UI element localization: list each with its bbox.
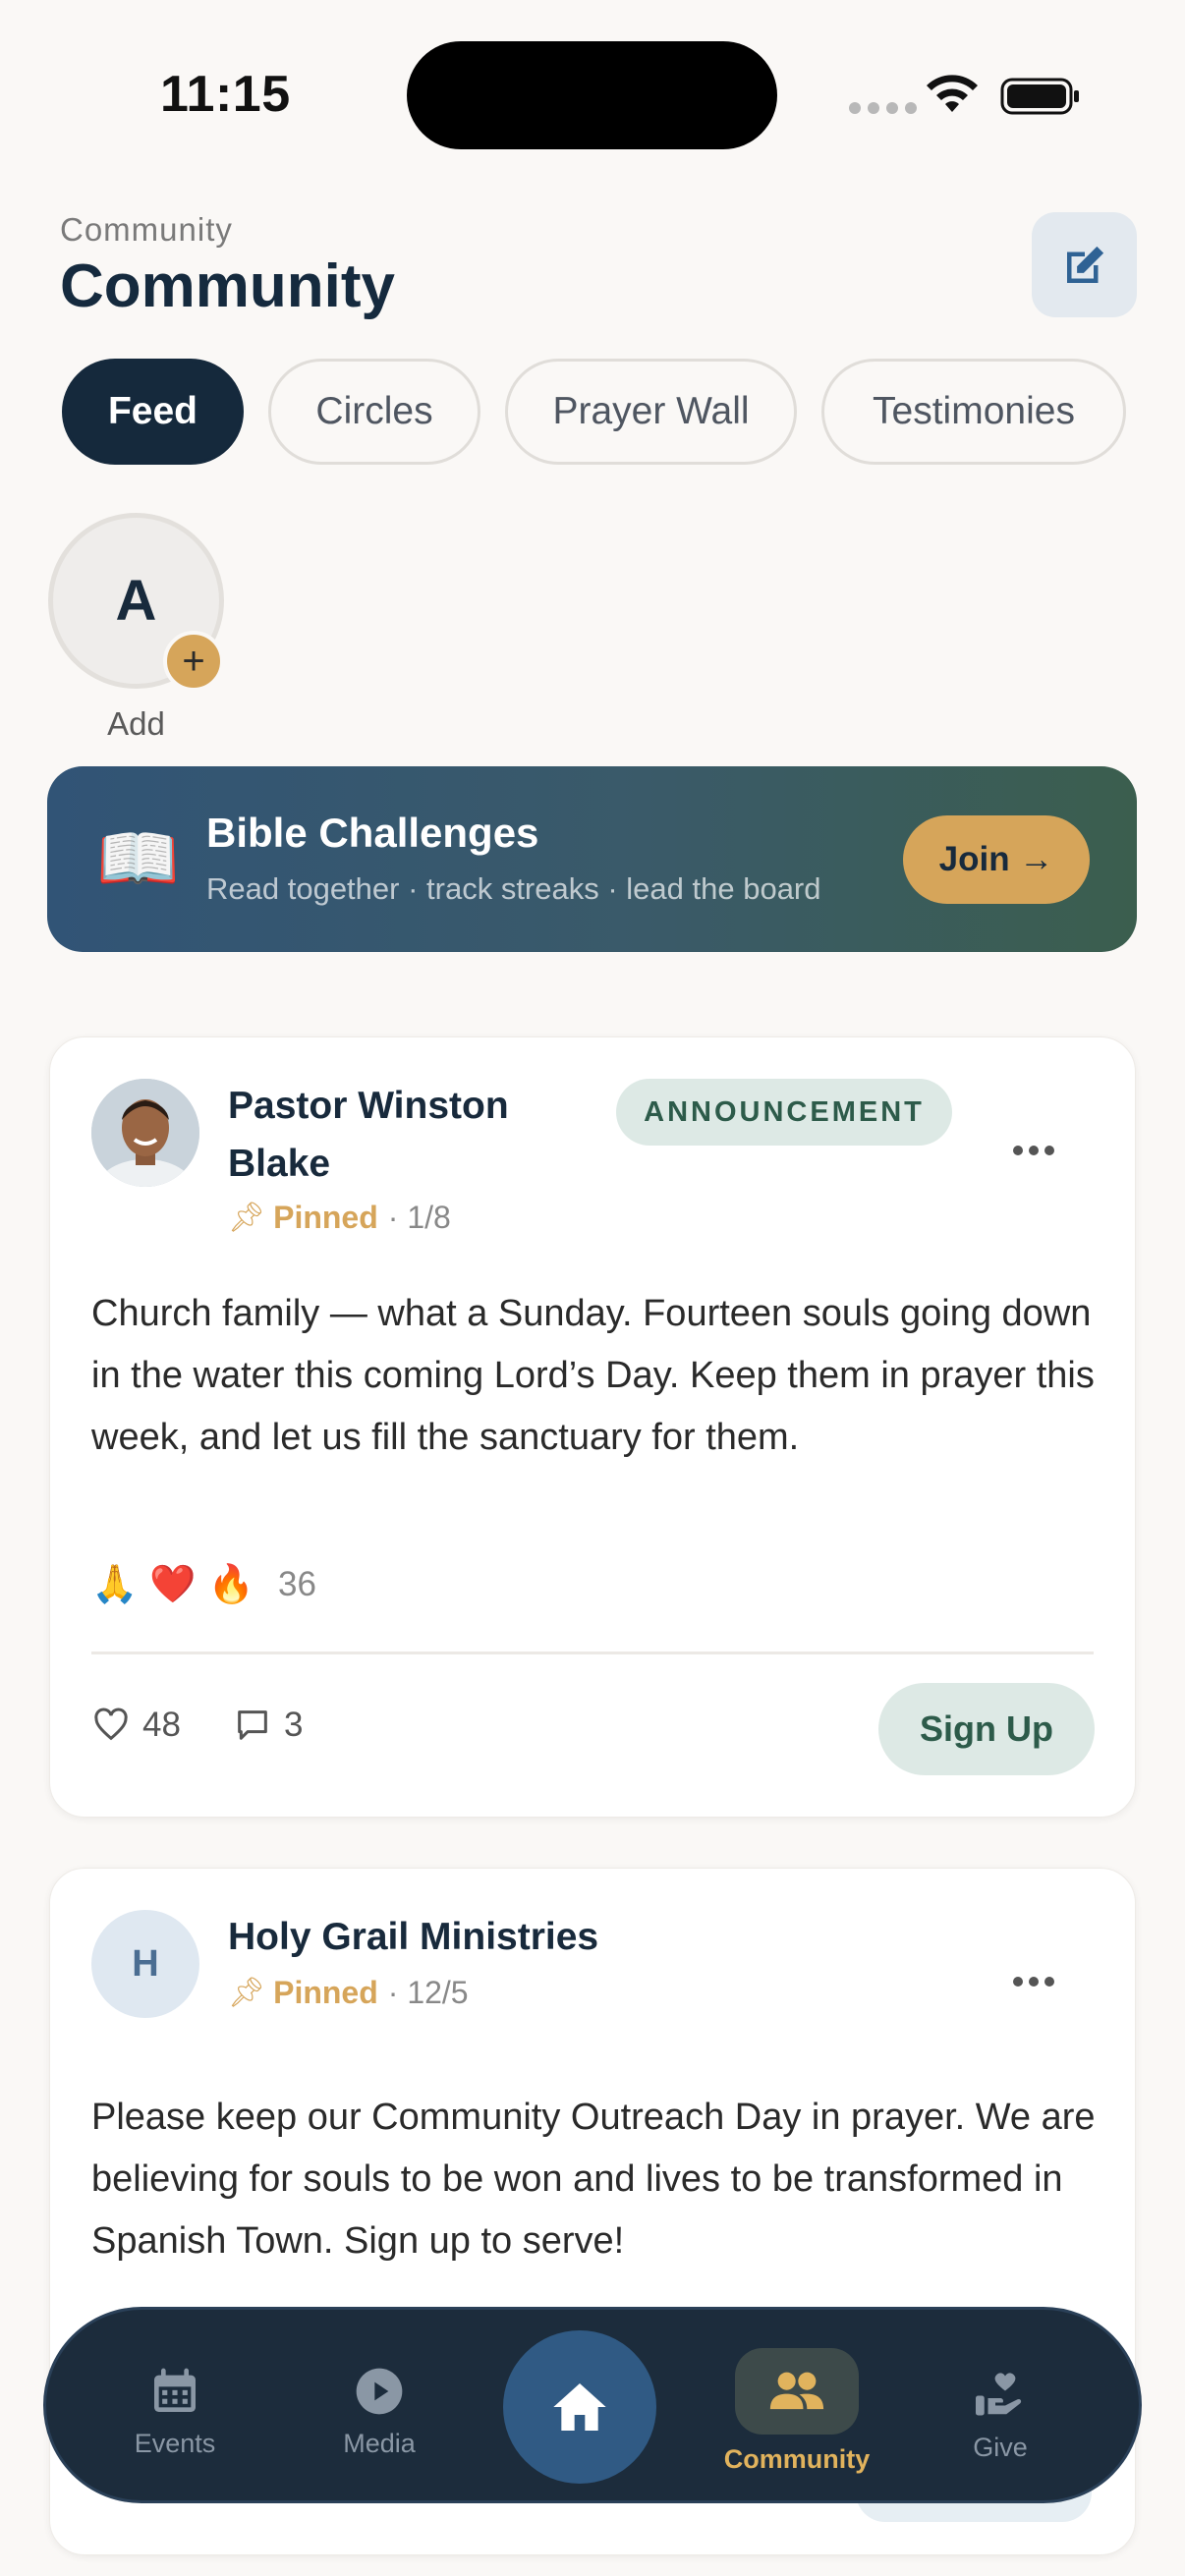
nav-label: Events	[134, 2429, 216, 2458]
sign-up-button[interactable]: Sign Up	[878, 1683, 1095, 1775]
banner-title: Bible Challenges	[206, 810, 539, 856]
bible-challenges-banner[interactable]: 📖 Bible Challenges Read together · track…	[47, 766, 1137, 952]
story-label: Add	[107, 705, 165, 742]
more-options-icon[interactable]	[1013, 1977, 1054, 1987]
reactions-summary[interactable]: 🙏 ❤️ 🔥 36	[91, 1563, 316, 1606]
signal-icon	[849, 102, 917, 114]
heart-icon: ❤️	[149, 1564, 197, 1605]
comment-icon	[238, 1710, 267, 1740]
page-title: Community	[60, 252, 395, 320]
pinned-label: Pinned	[273, 1975, 378, 2010]
status-time: 11:15	[160, 66, 291, 123]
page-subtitle: Community	[60, 211, 233, 248]
like-button[interactable]: 48	[91, 1706, 181, 1745]
join-button[interactable]: Join →	[903, 815, 1090, 904]
author-avatar[interactable]	[91, 1079, 199, 1187]
open-book-icon: 📖	[96, 821, 180, 896]
nav-home[interactable]	[503, 2330, 656, 2484]
dynamic-island	[407, 41, 777, 149]
tab-prayer-wall[interactable]: Prayer Wall	[505, 359, 797, 465]
post-meta: 📌︎ Pinned · 12/5	[228, 1975, 469, 2011]
author-avatar[interactable]: H	[91, 1910, 199, 2018]
edit-icon	[1066, 246, 1103, 283]
give-hand-heart-icon	[976, 2373, 1022, 2416]
heart-outline-icon	[94, 1708, 128, 1741]
tab-bar: Feed Circles Prayer Wall Testimonies	[62, 359, 1126, 465]
tab-feed[interactable]: Feed	[62, 359, 244, 465]
bottom-navigation: Events Media Community Give	[43, 2307, 1142, 2503]
page-header: Community Community	[0, 196, 1185, 334]
post-body: Please keep our Community Outreach Day i…	[91, 2097, 1096, 2262]
nav-label: Community	[723, 2444, 871, 2474]
banner-subtitle: Read together · track streaks · lead the…	[206, 871, 821, 906]
post-body: Church family — what a Sunday. Fourteen …	[91, 1293, 1095, 1458]
divider	[91, 1652, 1094, 1654]
calendar-icon	[154, 2368, 196, 2412]
post-date: · 12/5	[387, 1975, 469, 2010]
post-author[interactable]: Pastor Winston Blake	[228, 1077, 509, 1193]
home-icon	[553, 2383, 606, 2431]
pinned-label: Pinned	[273, 1200, 378, 1235]
plus-icon: +	[163, 631, 224, 692]
fire-icon: 🔥	[207, 1564, 254, 1605]
tab-circles[interactable]: Circles	[268, 359, 480, 465]
comment-button[interactable]: 3	[233, 1706, 303, 1745]
play-icon	[356, 2368, 403, 2415]
more-options-icon[interactable]	[1013, 1146, 1054, 1155]
pin-icon: 📌︎	[228, 1977, 266, 2009]
nav-media[interactable]: Media	[296, 2364, 463, 2459]
battery-icon	[1000, 78, 1079, 115]
praying-hands-icon: 🙏	[91, 1564, 139, 1605]
post-card: Pastor Winston Blake ANNOUNCEMENT 📌︎ Pin…	[49, 1036, 1136, 1818]
nav-label: Give	[973, 2433, 1028, 2462]
announcement-badge: ANNOUNCEMENT	[616, 1079, 952, 1146]
people-icon	[769, 2372, 824, 2410]
comment-count: 3	[284, 1706, 304, 1744]
nav-events[interactable]: Events	[91, 2364, 258, 2459]
reactions-count: 36	[277, 1565, 316, 1603]
post-author[interactable]: Holy Grail Ministries	[228, 1908, 598, 1966]
tab-testimonies[interactable]: Testimonies	[821, 359, 1126, 465]
compose-button[interactable]	[1032, 212, 1137, 317]
wifi-icon	[927, 75, 978, 112]
nav-community[interactable]: Community	[713, 2348, 880, 2475]
post-date: · 1/8	[387, 1200, 451, 1235]
post-meta: 📌︎ Pinned · 1/8	[228, 1200, 451, 1236]
nav-give[interactable]: Give	[917, 2364, 1084, 2463]
status-bar: 11:15	[0, 0, 1185, 187]
nav-label: Media	[343, 2429, 416, 2458]
pin-icon: 📌︎	[228, 1202, 266, 1234]
like-count: 48	[142, 1706, 181, 1744]
